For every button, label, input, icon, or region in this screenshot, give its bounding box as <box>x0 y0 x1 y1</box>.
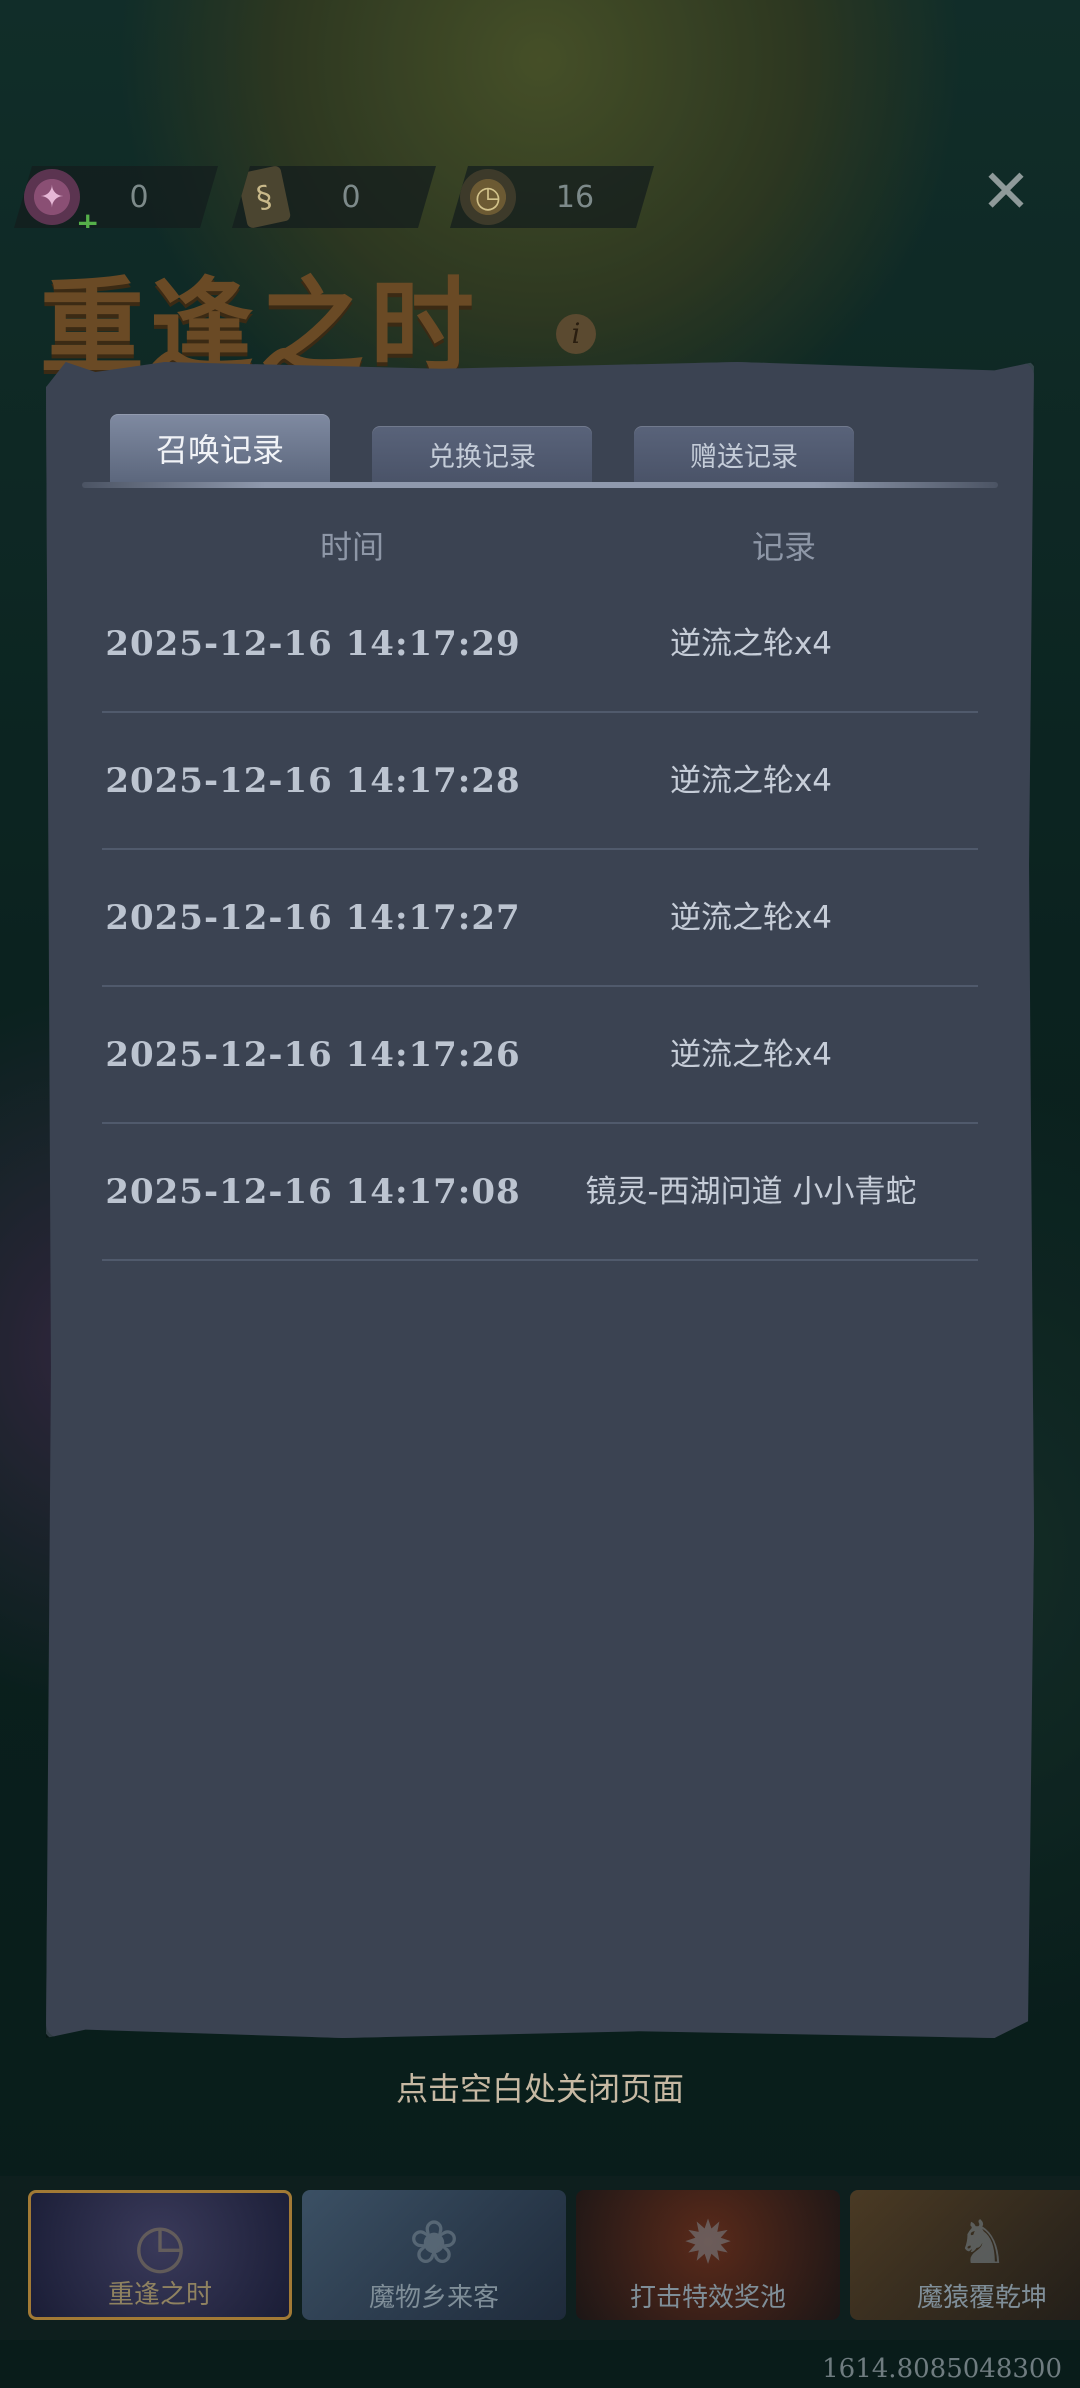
record-time: 2025-12-16 14:17:08 <box>105 1171 521 1212</box>
record-tabs: 召唤记录 兑换记录 赠送记录 <box>110 414 854 482</box>
record-time: 2025-12-16 14:17:29 <box>105 623 521 664</box>
record-row: 2025-12-16 14:17:08 镜灵-西湖问道 小小青蛇 <box>102 1124 978 1261</box>
character-art-icon: ❀ <box>408 2208 460 2278</box>
record-item: 逆流之轮x4 <box>669 625 833 662</box>
column-header-time: 时间 <box>320 528 385 566</box>
record-item: 逆流之轮x4 <box>669 762 833 799</box>
book-icon: § <box>237 165 292 229</box>
banner-reunion[interactable]: ◷ 重逢之时 <box>28 2190 292 2320</box>
banner-label: 魔物乡来客 <box>368 2283 499 2313</box>
record-item: 镜灵-西湖问道 小小青蛇 <box>585 1173 917 1210</box>
candy-icon: ✦ <box>24 169 80 225</box>
record-list: 2025-12-16 14:17:29 逆流之轮x4 2025-12-16 14… <box>102 576 978 1261</box>
footer-id: 1614.8085048300 <box>822 2354 1062 2384</box>
warrior-icon: ♞ <box>955 2208 1009 2278</box>
record-row: 2025-12-16 14:17:28 逆流之轮x4 <box>102 713 978 850</box>
record-row: 2025-12-16 14:17:27 逆流之轮x4 <box>102 850 978 987</box>
record-item: 逆流之轮x4 <box>669 1036 833 1073</box>
currency-bar: ✦ + 0 § 0 ◷ 16 <box>14 166 654 228</box>
pocket-watch-icon: ◷ <box>133 2211 187 2281</box>
banner-monster-visitor[interactable]: ❀ 魔物乡来客 <box>302 2190 566 2320</box>
record-time: 2025-12-16 14:17:28 <box>105 760 521 801</box>
record-time: 2025-12-16 14:17:27 <box>105 897 521 938</box>
pocket-watch-icon: ◷ <box>460 169 516 225</box>
banner-hit-effect-pool[interactable]: ✹ 打击特效奖池 <box>576 2190 840 2320</box>
info-icon[interactable]: i <box>556 314 596 354</box>
record-row: 2025-12-16 14:17:29 逆流之轮x4 <box>102 576 978 713</box>
record-item: 逆流之轮x4 <box>669 899 833 936</box>
record-row: 2025-12-16 14:17:26 逆流之轮x4 <box>102 987 978 1124</box>
record-time: 2025-12-16 14:17:26 <box>105 1034 521 1075</box>
close-icon[interactable]: ✕ <box>976 162 1036 222</box>
tab-summon-records[interactable]: 召唤记录 <box>110 414 330 482</box>
currency-watch[interactable]: ◷ 16 <box>450 166 654 228</box>
dismiss-hint: 点击空白处关闭页面 <box>395 2070 684 2108</box>
banner-label: 魔猿覆乾坤 <box>916 2283 1047 2313</box>
tab-gift-records[interactable]: 赠送记录 <box>634 426 854 482</box>
phoenix-icon: ✹ <box>682 2208 734 2278</box>
currency-value: 0 <box>341 179 361 215</box>
banner-label: 打击特效奖池 <box>629 2283 786 2313</box>
tab-exchange-records[interactable]: 兑换记录 <box>372 426 592 482</box>
currency-book[interactable]: § 0 <box>232 166 436 228</box>
currency-candy[interactable]: ✦ + 0 <box>14 166 218 228</box>
tab-divider <box>82 482 998 488</box>
banner-monkey-king[interactable]: ♞ 魔猿覆乾坤 <box>850 2190 1080 2320</box>
column-header-record: 记录 <box>752 528 817 566</box>
record-modal: 召唤记录 兑换记录 赠送记录 时间 记录 2025-12-16 14:17:29… <box>46 362 1034 2038</box>
currency-value: 16 <box>555 179 595 215</box>
currency-value: 0 <box>129 179 149 215</box>
event-banners: ◷ 重逢之时 ❀ 魔物乡来客 ✹ 打击特效奖池 ♞ 魔猿覆乾坤 <box>28 2190 1080 2320</box>
